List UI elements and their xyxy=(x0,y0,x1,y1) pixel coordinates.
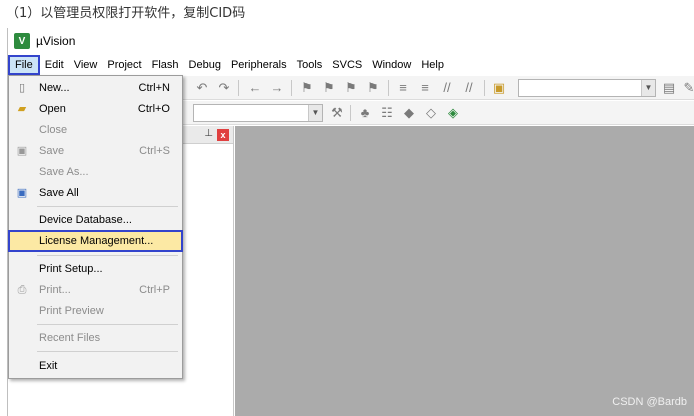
find-in-files-icon[interactable]: ▣ xyxy=(490,79,508,97)
title-bar: V µVision xyxy=(8,28,694,54)
menu-peripherals[interactable]: Peripherals xyxy=(226,55,292,75)
menu-item-device-database[interactable]: Device Database... xyxy=(9,210,182,230)
menu-window[interactable]: Window xyxy=(367,55,416,75)
menu-separator xyxy=(37,351,178,352)
page-caption: （1）以管理员权限打开软件，复制CID码 xyxy=(6,6,246,21)
file-menu-dropdown: ▯ New... Ctrl+N ▰ Open Ctrl+O Close ▣ Sa… xyxy=(8,75,183,379)
chevron-down-icon[interactable]: ▼ xyxy=(308,105,322,121)
menu-item-new[interactable]: ▯ New... Ctrl+N xyxy=(9,78,182,98)
target-options-icon[interactable]: ⚒ xyxy=(328,104,346,122)
menu-item-label: Recent Files xyxy=(39,332,101,344)
menu-file[interactable]: File xyxy=(8,55,40,75)
menu-item-save-as[interactable]: Save As... xyxy=(9,162,182,182)
undo-icon[interactable]: ↶ xyxy=(193,79,211,97)
print-icon: ⎙ xyxy=(17,284,27,296)
menu-bar: File Edit View Project Flash Debug Perip… xyxy=(8,55,694,75)
menu-item-label: Open xyxy=(39,103,66,115)
menu-item-label: New... xyxy=(39,82,70,94)
menu-item-save-all[interactable]: ▣ Save All xyxy=(9,183,182,203)
file-extensions-icon[interactable]: ☷ xyxy=(378,104,396,122)
app-title: µVision xyxy=(36,34,76,48)
toolbar-separator xyxy=(350,105,351,121)
menu-debug[interactable]: Debug xyxy=(184,55,226,75)
menu-help[interactable]: Help xyxy=(416,55,449,75)
toolbar-separator xyxy=(484,80,485,96)
menu-item-print-setup[interactable]: Print Setup... xyxy=(9,259,182,279)
bookmark-prev-icon[interactable]: ⚑ xyxy=(320,79,338,97)
menu-item-shortcut: Ctrl+S xyxy=(139,145,170,157)
pin-icon[interactable]: ⊥ xyxy=(204,128,213,139)
find-icon[interactable]: ▤ xyxy=(660,79,678,97)
pack-installer-icon[interactable]: ◆ xyxy=(400,104,418,122)
menu-separator xyxy=(37,255,178,256)
menu-item-label: Print Setup... xyxy=(39,263,103,275)
nav-forward-icon[interactable]: → xyxy=(268,79,286,97)
menu-item-print[interactable]: ⎙ Print... Ctrl+P xyxy=(9,280,182,300)
menu-item-label: Device Database... xyxy=(39,214,132,226)
target-combo[interactable]: ▼ xyxy=(193,104,323,122)
nav-back-icon[interactable]: ← xyxy=(246,79,264,97)
menu-item-label: Print... xyxy=(39,284,71,296)
redo-icon[interactable]: ↷ xyxy=(215,79,233,97)
menu-item-label: Save xyxy=(39,145,65,157)
menu-separator xyxy=(37,206,178,207)
menu-item-license-management[interactable]: License Management... xyxy=(8,230,183,252)
bookmark-clear-icon[interactable]: ⚑ xyxy=(364,79,382,97)
menu-item-shortcut: Ctrl+O xyxy=(137,103,170,115)
menu-svcs[interactable]: SVCS xyxy=(327,55,367,75)
bookmark-icon[interactable]: ⚑ xyxy=(298,79,316,97)
comment-icon[interactable]: // xyxy=(438,79,456,97)
incremental-find-icon[interactable]: ✎ xyxy=(680,79,694,97)
watermark: CSDN @Bardb xyxy=(612,396,687,408)
toolbar-separator xyxy=(388,80,389,96)
unindent-icon[interactable]: ≡ xyxy=(416,79,434,97)
menu-item-label: Save All xyxy=(39,187,79,199)
bookmark-next-icon[interactable]: ⚑ xyxy=(342,79,360,97)
menu-item-label: Save As... xyxy=(39,166,89,178)
editor-area: CSDN @Bardb xyxy=(235,126,694,416)
menu-item-recent-files[interactable]: Recent Files xyxy=(9,328,182,348)
toolbar-separator xyxy=(291,80,292,96)
menu-flash[interactable]: Flash xyxy=(147,55,184,75)
menu-item-open[interactable]: ▰ Open Ctrl+O xyxy=(9,99,182,119)
menu-project[interactable]: Project xyxy=(102,55,146,75)
menu-item-label: License Management... xyxy=(39,235,154,247)
open-folder-icon: ▰ xyxy=(17,103,27,115)
menu-tools[interactable]: Tools xyxy=(292,55,328,75)
menu-edit[interactable]: Edit xyxy=(40,55,69,75)
menu-separator xyxy=(37,324,178,325)
new-file-icon: ▯ xyxy=(18,82,26,94)
menu-item-exit[interactable]: Exit xyxy=(9,356,182,376)
manage-components-icon[interactable]: ♣ xyxy=(356,104,374,122)
menu-item-print-preview[interactable]: Print Preview xyxy=(9,301,182,321)
close-icon[interactable]: x xyxy=(217,129,229,141)
indent-icon[interactable]: ≡ xyxy=(394,79,412,97)
menu-item-shortcut: Ctrl+P xyxy=(139,284,170,296)
save-all-icon: ▣ xyxy=(16,187,28,199)
select-software-packs-icon[interactable]: ◇ xyxy=(422,104,440,122)
chevron-down-icon[interactable]: ▼ xyxy=(641,80,655,96)
menu-item-close[interactable]: Close xyxy=(9,120,182,140)
menu-item-label: Exit xyxy=(39,360,58,372)
menu-item-save[interactable]: ▣ Save Ctrl+S xyxy=(9,141,182,161)
menu-item-label: Close xyxy=(39,124,68,136)
app-logo-icon: V xyxy=(14,33,30,49)
menu-view[interactable]: View xyxy=(69,55,103,75)
uncomment-icon[interactable]: // xyxy=(460,79,478,97)
menu-item-shortcut: Ctrl+N xyxy=(138,82,170,94)
menu-item-label: Print Preview xyxy=(39,305,104,317)
find-combo[interactable]: ▼ xyxy=(518,79,656,97)
save-icon: ▣ xyxy=(16,145,28,157)
run-time-environment-icon[interactable]: ◈ xyxy=(444,104,462,122)
toolbar-separator xyxy=(238,80,239,96)
